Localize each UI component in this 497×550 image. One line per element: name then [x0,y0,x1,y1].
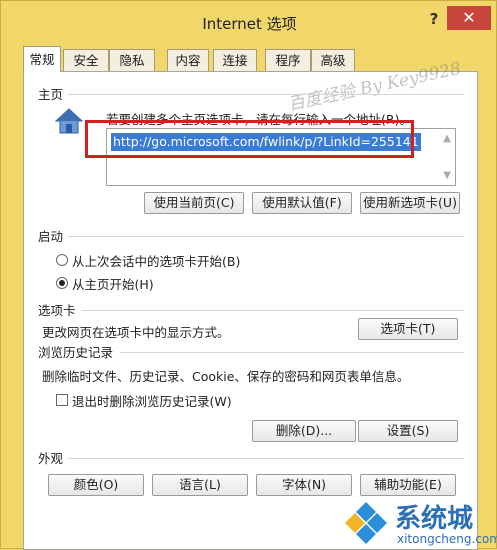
tabs-settings-button[interactable]: 选项卡(T) [358,318,458,340]
colors-button[interactable]: 颜色(O) [48,474,144,496]
divider [68,458,464,459]
delete-on-exit-label: 退出时删除浏览历史记录(W) [72,394,232,409]
house-icon [54,108,84,134]
general-panel: 百度经验 By Key9928 主页 若要创建多个主页选项卡，请在每行输入一个地… [23,59,478,550]
tab-programs[interactable]: 程序 [265,49,311,71]
history-settings-button[interactable]: 设置(S) [358,420,458,442]
tab-connections[interactable]: 连接 [213,49,257,71]
tab-security[interactable]: 安全 [63,49,109,71]
history-group-label: 浏览历史记录 [38,345,114,360]
tab-advanced[interactable]: 高级 [311,49,355,71]
use-default-button[interactable]: 使用默认值(F) [252,192,352,214]
tabs-desc: 更改网页在选项卡中的显示方式。 [42,325,230,340]
site-logo: 系统城 xitongcheng.com [331,496,497,550]
tab-general[interactable]: 常规 [23,46,61,72]
fonts-button[interactable]: 字体(N) [256,474,352,496]
startup-last-session-radio[interactable] [56,254,68,266]
internet-options-window: Internet 选项 ? ✕ 常规 安全 隐私 内容 连接 程序 高级 百度经… [0,0,497,550]
divider [68,236,464,237]
delete-history-button[interactable]: 删除(D)... [252,420,356,442]
home-group-label: 主页 [38,87,64,102]
divider [68,94,464,95]
accessibility-button[interactable]: 辅助功能(E) [360,474,456,496]
startup-group-label: 启动 [38,229,64,244]
logo-name: 系统城 [395,504,474,534]
appearance-group-label: 外观 [38,451,64,466]
divider [120,352,464,353]
logo-icon [345,502,387,544]
scroll-up-icon[interactable]: ▲ [443,133,451,144]
languages-button[interactable]: 语言(L) [152,474,248,496]
title-bar: Internet 选项 ? ✕ [1,1,497,41]
home-url-value: http://go.microsoft.com/fwlink/p/?LinkId… [111,133,421,151]
use-new-tab-button[interactable]: 使用新选项卡(U) [360,192,460,214]
scroll-down-icon[interactable]: ▼ [443,170,451,181]
startup-last-session-label: 从上次会话中的选项卡开始(B) [72,254,241,269]
use-current-button[interactable]: 使用当前页(C) [144,192,244,214]
logo-site: xitongcheng.com [397,532,497,546]
close-button[interactable]: ✕ [447,6,491,30]
home-hint: 若要创建多个主页选项卡，请在每行输入一个地址(R)。 [106,112,412,127]
history-desc: 删除临时文件、历史记录、Cookie、保存的密码和网页表单信息。 [42,369,410,384]
delete-on-exit-checkbox[interactable] [56,394,68,406]
tab-content[interactable]: 内容 [167,49,209,71]
tab-privacy[interactable]: 隐私 [109,49,155,71]
home-url-textarea[interactable]: http://go.microsoft.com/fwlink/p/?LinkId… [106,128,456,186]
tabs-group-label: 选项卡 [38,303,76,318]
startup-home-label: 从主页开始(H) [72,277,154,292]
divider [82,310,464,311]
startup-home-radio[interactable] [56,277,68,289]
help-button[interactable]: ? [423,10,445,28]
